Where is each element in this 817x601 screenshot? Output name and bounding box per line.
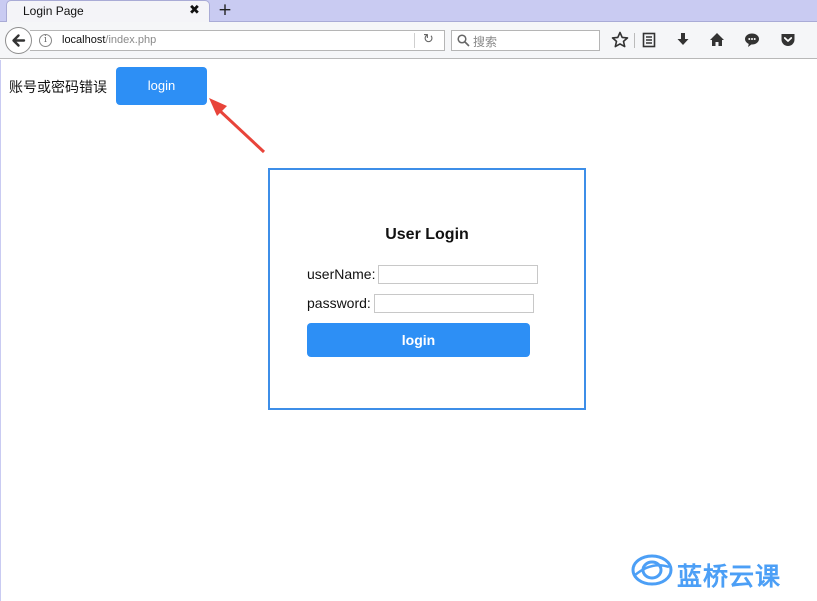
url-bar[interactable]: i localhost/index.php ↻ [30,30,445,51]
watermark-logo: 蓝桥云课 [631,553,811,593]
url-text: localhost/index.php [62,34,156,46]
search-placeholder: 搜索 [473,35,498,49]
url-host: localhost [62,34,106,46]
login-form-box: User Login userName: password: login [268,168,586,410]
watermark-text: 蓝桥云课 [677,562,782,591]
chat-icon[interactable] [742,30,762,50]
error-message: 账号或密码错误 [9,80,107,96]
toolbar-separator [634,33,635,48]
tab-strip: Login Page ✖ + [0,0,817,22]
search-bar[interactable]: 搜索 [451,30,600,51]
url-divider [414,33,415,48]
watermark-logo-icon [631,554,673,586]
reload-icon[interactable]: ↻ [423,32,434,47]
top-login-button[interactable]: login [116,67,207,105]
annotation-arrow-icon [209,98,266,154]
login-submit-button[interactable]: login [307,323,530,357]
download-icon[interactable] [673,30,693,50]
username-label: userName: [307,266,376,282]
pocket-icon[interactable] [778,30,798,50]
bookmark-star-icon[interactable] [610,30,630,50]
url-path: /index.php [105,34,157,46]
back-arrow-icon [12,34,26,47]
info-icon[interactable]: i [39,34,52,47]
back-button[interactable] [5,27,32,54]
password-field[interactable] [374,294,534,313]
reading-list-icon[interactable] [639,30,659,50]
form-title: User Login [385,226,469,243]
tab-login-page[interactable]: Login Page ✖ [6,0,210,22]
home-icon[interactable] [707,30,727,50]
new-tab-button[interactable]: + [216,0,234,20]
page-content: 账号或密码错误 login User Login userName: passw… [0,60,817,601]
tab-close-icon[interactable]: ✖ [189,3,200,18]
password-label: password: [307,295,371,311]
nav-bar: i localhost/index.php ↻ 搜索 [0,22,817,59]
username-field[interactable] [378,265,538,284]
search-icon [457,34,470,47]
tab-title: Login Page [23,4,84,18]
